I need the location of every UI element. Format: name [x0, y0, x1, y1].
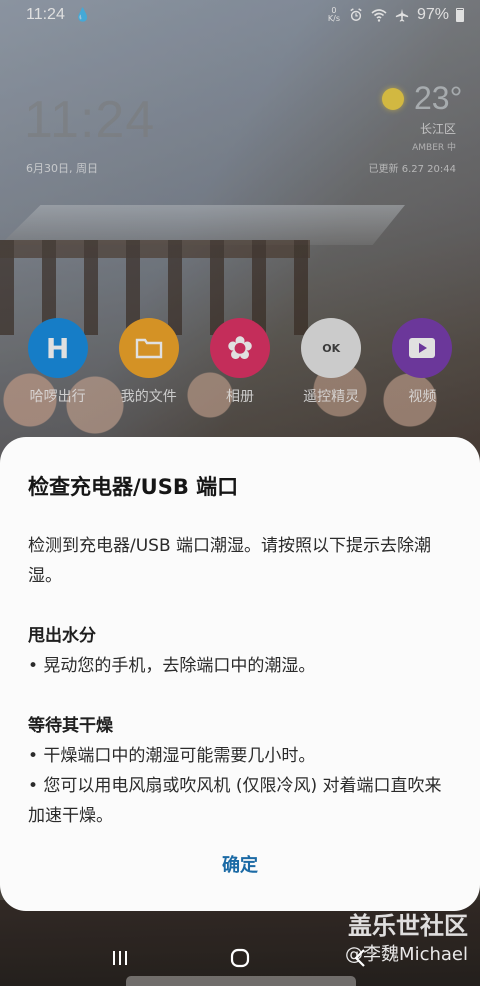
recents-button[interactable] [100, 938, 140, 978]
section-title-dry: 等待其干燥 [28, 716, 113, 736]
home-button[interactable] [220, 938, 260, 978]
home-icon [230, 948, 250, 968]
section-title-shake: 甩出水分 [28, 626, 96, 646]
dialog-intro: 检测到充电器/USB 端口潮湿。请按照以下提示去除潮湿。 [28, 536, 432, 586]
section-item: • 干燥端口中的潮湿可能需要几小时。 [28, 746, 316, 766]
dialog-section-dry: 等待其干燥 • 干燥端口中的潮湿可能需要几小时。 • 您可以用电风扇或吹风机 (… [28, 711, 448, 831]
dialog-body: 检测到充电器/USB 端口潮湿。请按照以下提示去除潮湿。 甩出水分 • 晃动您的… [28, 531, 448, 831]
dialog-section-shake: 甩出水分 • 晃动您的手机，去除端口中的潮湿。 [28, 621, 448, 681]
usb-moisture-dialog: 检查充电器/USB 端口 检测到充电器/USB 端口潮湿。请按照以下提示去除潮湿… [0, 437, 480, 911]
nav-gesture-pill [126, 976, 356, 986]
back-button[interactable] [340, 938, 380, 978]
recents-icon [113, 951, 127, 965]
section-item: • 晃动您的手机，去除端口中的潮湿。 [28, 656, 316, 676]
back-icon [354, 949, 365, 967]
dialog-title: 检查充电器/USB 端口 [28, 475, 239, 499]
confirm-button[interactable]: 确定 [0, 851, 480, 877]
section-item: • 您可以用电风扇或吹风机 (仅限冷风) 对着端口直吹来加速干燥。 [28, 776, 442, 826]
